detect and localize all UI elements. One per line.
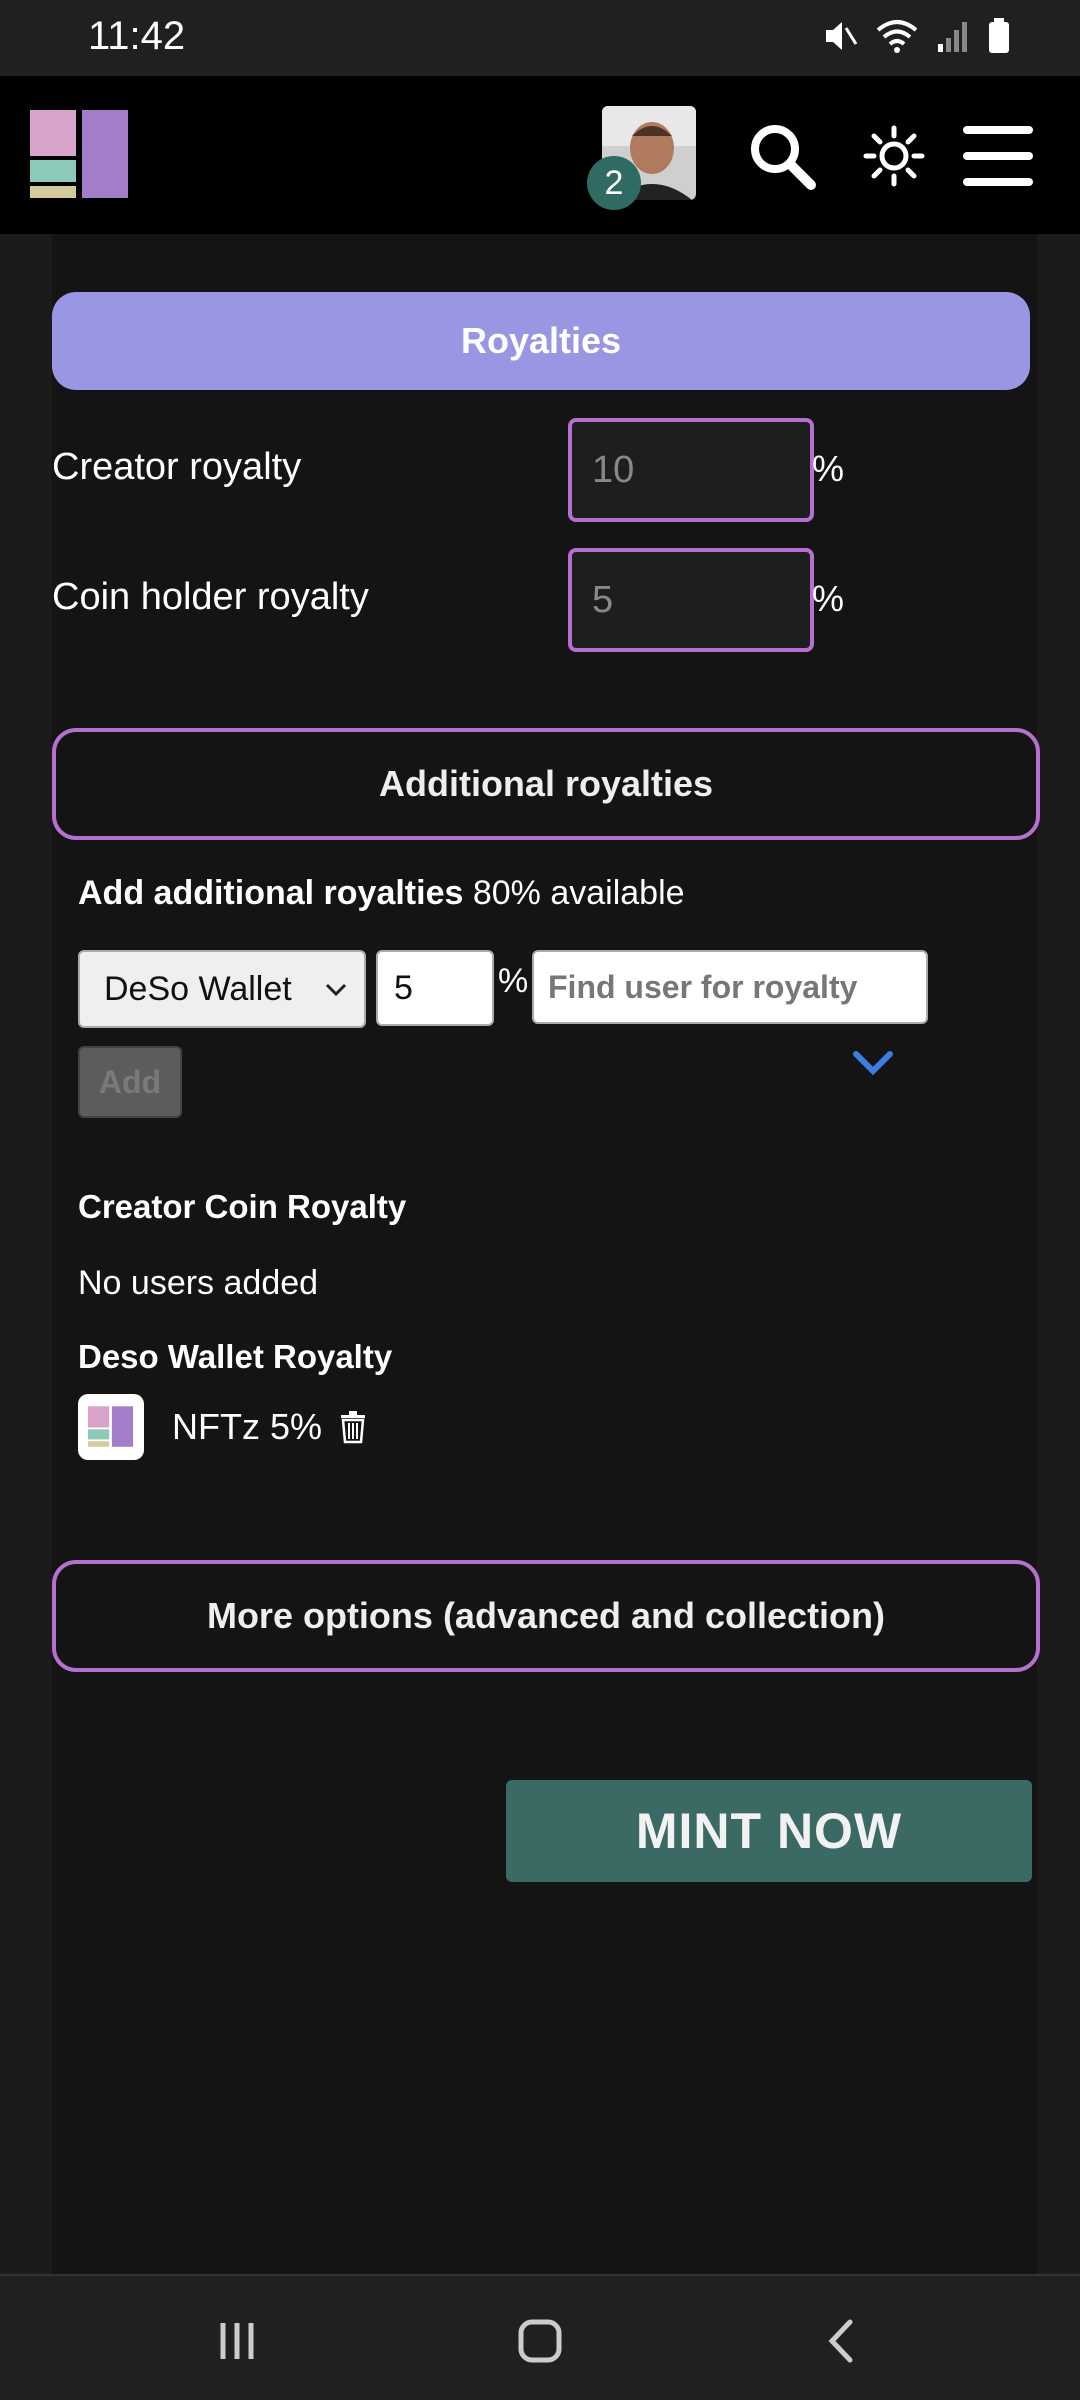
system-nav-bar: [0, 2274, 1080, 2400]
find-user-input[interactable]: Find user for royalty: [532, 950, 928, 1024]
mute-icon: [826, 22, 858, 50]
deso-wallet-royalty-title: Deso Wallet Royalty: [78, 1338, 393, 1375]
wallet-type-select[interactable]: DeSo Wallet: [78, 950, 366, 1028]
nftz-avatar: [78, 1394, 144, 1460]
royalties-section-header: Royalties: [52, 292, 1030, 390]
additional-royalties-title: Add additional royalties: [78, 874, 464, 912]
nft-form: Royalties Creator royalty 10 % Coin hold…: [52, 234, 1040, 2274]
search-icon[interactable]: [744, 118, 820, 194]
page: Royalties Creator royalty 10 % Coin hold…: [0, 234, 1080, 2274]
additional-royalties-heading: Add additional royalties 80% available: [78, 874, 685, 913]
expand-chevron-icon[interactable]: [852, 1048, 894, 1078]
chevron-down-icon: [325, 983, 347, 997]
battery-icon: [989, 18, 1009, 53]
creator-coin-royalty-title: Creator Coin Royalty: [78, 1188, 407, 1225]
trash-icon[interactable]: [338, 1410, 368, 1444]
royalty-available: 80% available: [472, 874, 685, 912]
recent-apps-icon[interactable]: [207, 2316, 267, 2366]
add-royalty-button[interactable]: Add: [78, 1046, 182, 1118]
royalty-list-item: NFTz 5%: [78, 1394, 368, 1460]
mint-now-button[interactable]: MINT NOW: [506, 1780, 1032, 1882]
creator-royalty-input[interactable]: 10: [568, 418, 814, 522]
coin-holder-royalty-label: Coin holder royalty: [52, 576, 369, 618]
home-icon[interactable]: [510, 2316, 570, 2366]
status-bar: 11:42: [0, 0, 1080, 76]
additional-royalty-percent-sign: %: [498, 962, 529, 1000]
menu-icon[interactable]: [960, 118, 1036, 194]
wifi-icon: [876, 20, 918, 53]
additional-royalty-percent-input[interactable]: 5: [376, 950, 494, 1026]
nftz-logo[interactable]: [30, 110, 130, 200]
notification-badge: 2: [587, 156, 641, 210]
creator-royalty-label: Creator royalty: [52, 446, 302, 488]
wallet-type-value: DeSo Wallet: [104, 969, 292, 1008]
royalty-item-name: NFTz 5%: [172, 1406, 323, 1447]
app-header: 2: [0, 76, 1080, 234]
creator-coin-royalty-empty: No users added: [78, 1264, 319, 1302]
creator-royalty-percent: %: [812, 448, 845, 489]
back-icon[interactable]: [812, 2316, 872, 2366]
theme-toggle-icon[interactable]: [856, 118, 932, 194]
additional-royalties-button[interactable]: Additional royalties: [52, 728, 1040, 840]
coin-holder-royalty-input[interactable]: 5: [568, 548, 814, 652]
signal-icon: [938, 22, 967, 52]
user-avatar[interactable]: 2: [587, 106, 696, 210]
more-options-button[interactable]: More options (advanced and collection): [52, 1560, 1040, 1672]
coin-holder-royalty-percent: %: [812, 578, 845, 619]
status-time: 11:42: [88, 14, 186, 58]
